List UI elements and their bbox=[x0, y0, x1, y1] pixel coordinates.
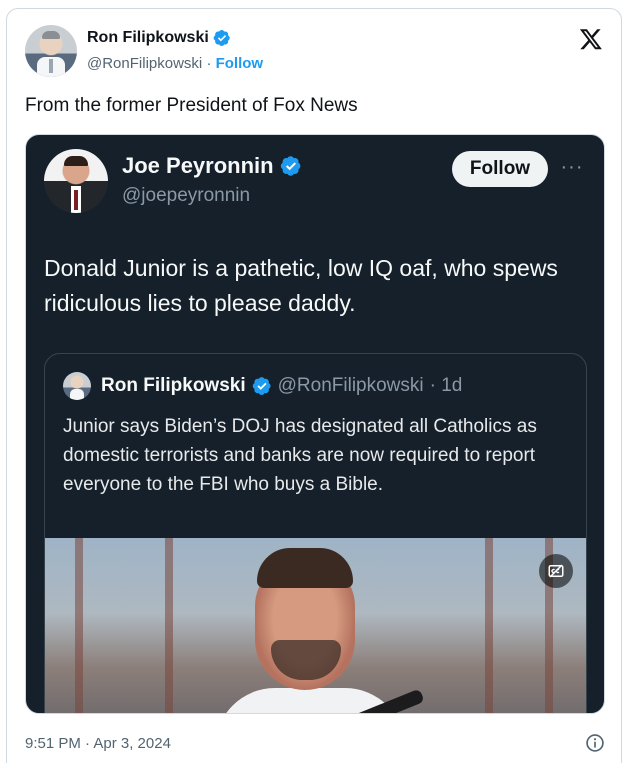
closed-captions-icon bbox=[539, 554, 573, 588]
more-options-icon: ··· bbox=[560, 156, 584, 178]
verified-badge-icon bbox=[213, 29, 230, 47]
embedded-author-handle: @joepeyronnin bbox=[122, 185, 251, 206]
quoted-tweet: Ron Filipkowski @RonFilipkowski · 1d Jun… bbox=[44, 353, 587, 713]
author-handle-line: @RonFilipkowski · Follow bbox=[87, 55, 263, 72]
quoted-author-avatar bbox=[63, 372, 91, 400]
embedded-tweet-text: Donald Junior is a pathetic, low IQ oaf,… bbox=[44, 255, 558, 316]
tweet-text: From the former President of Fox News bbox=[25, 95, 358, 116]
quoted-tweet-text: Junior says Biden’s DOJ has designated a… bbox=[63, 416, 537, 495]
embedded-follow-button: Follow bbox=[452, 151, 548, 187]
author-name-line: Ron Filipkowski bbox=[87, 29, 231, 47]
author-handle[interactable]: @RonFilipkowski bbox=[87, 55, 202, 72]
embedded-author-name: Joe Peyronnin bbox=[122, 153, 274, 178]
tweet-header: Ron Filipkowski @RonFilipkowski · Follow bbox=[25, 25, 605, 81]
verified-badge-icon bbox=[280, 156, 300, 176]
embedded-tweet-card: Ron Filipkowski @RonFilipkowski · Follow… bbox=[6, 8, 622, 763]
tweet-timestamp[interactable]: 9:51 PM · Apr 3, 2024 bbox=[25, 735, 171, 752]
follow-link[interactable]: Follow bbox=[216, 55, 264, 72]
quoted-tweet-header: Ron Filipkowski @RonFilipkowski · 1d bbox=[63, 372, 462, 400]
tweet-media-screenshot[interactable]: Joe Peyronnin @joepeyronnin Follow ··· D… bbox=[25, 134, 605, 714]
quoted-author-handle: @RonFilipkowski bbox=[277, 375, 424, 396]
quoted-tweet-age: · 1d bbox=[429, 375, 463, 396]
embedded-author-avatar bbox=[44, 149, 108, 213]
author-name[interactable]: Ron Filipkowski bbox=[87, 29, 209, 47]
quoted-video-thumbnail bbox=[45, 538, 586, 713]
verified-badge-icon bbox=[252, 377, 271, 395]
tweet-footer: 9:51 PM · Apr 3, 2024 bbox=[25, 733, 605, 757]
x-logo-icon[interactable] bbox=[579, 27, 603, 51]
quoted-author-name: Ron Filipkowski bbox=[101, 375, 246, 396]
handle-separator: · bbox=[206, 55, 212, 72]
author-avatar[interactable] bbox=[25, 25, 77, 77]
info-icon[interactable] bbox=[585, 733, 605, 753]
embedded-name-line: Joe Peyronnin bbox=[122, 153, 302, 179]
